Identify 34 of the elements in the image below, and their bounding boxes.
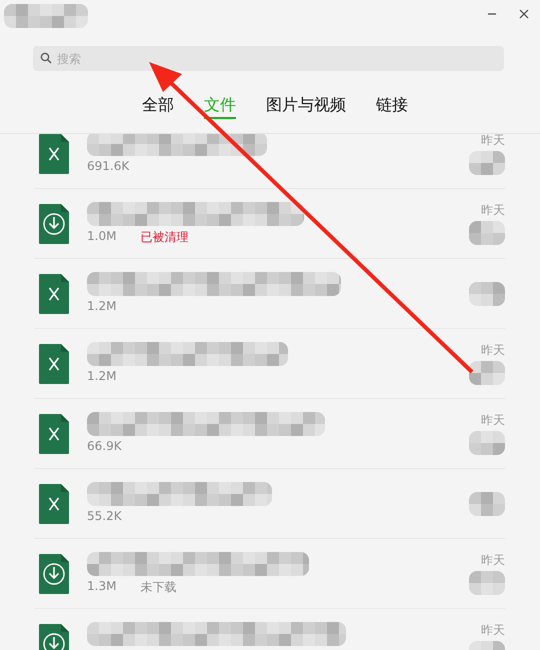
redacted-text: [469, 431, 505, 455]
file-download-icon: [39, 554, 69, 594]
redacted-text: [469, 221, 505, 245]
file-download-icon: [39, 204, 69, 244]
redacted-text: [469, 492, 505, 516]
close-icon[interactable]: [519, 9, 529, 19]
redacted-text: [469, 361, 505, 385]
spreadsheet-file-icon: [39, 414, 69, 454]
file-size: 66.9K: [87, 439, 122, 455]
file-size: 55.2K: [87, 509, 122, 525]
file-size: 1.2M: [87, 299, 116, 315]
file-date: 昨天: [481, 412, 505, 429]
spreadsheet-file-icon: [39, 274, 69, 314]
file-date: 昨天: [481, 342, 505, 359]
search-field[interactable]: 搜索: [33, 46, 504, 71]
file-size: 1.0M: [87, 229, 116, 245]
file-date: 昨天: [481, 202, 505, 219]
file-date: 昨天: [481, 552, 505, 569]
spreadsheet-file-icon: [39, 484, 69, 524]
tab[interactable]: 链接: [376, 93, 408, 119]
redacted-text: [469, 282, 505, 306]
file-size: 691.6K: [87, 159, 130, 175]
redacted-text: [469, 571, 505, 595]
tab[interactable]: 全部: [142, 93, 174, 119]
file-status: 已被清理: [140, 229, 188, 245]
tab[interactable]: 图片与视频: [266, 93, 346, 119]
file-date: 昨天: [481, 622, 505, 639]
file-size: 1.2M: [87, 369, 116, 385]
file-date: 昨天: [481, 134, 505, 149]
spreadsheet-file-icon: [39, 344, 69, 384]
file-size: 1.3M: [87, 579, 116, 595]
file-status: 未下载: [140, 579, 176, 595]
redacted-text: [469, 151, 505, 175]
spreadsheet-file-icon: [39, 134, 69, 174]
